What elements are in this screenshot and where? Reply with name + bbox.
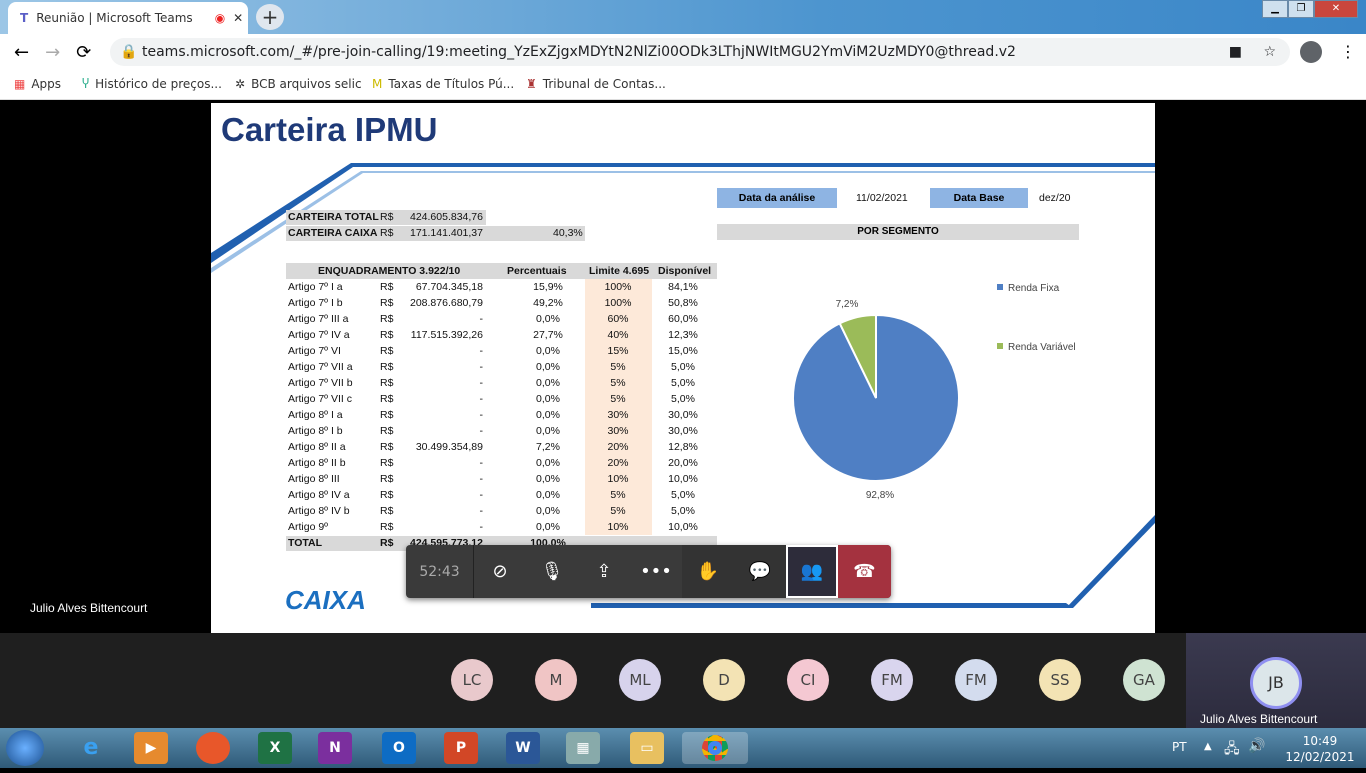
self-name: Julio Alves Bittencourt [1200, 712, 1318, 726]
calculator-icon[interactable]: ▦ [566, 732, 600, 764]
bookmark-label: BCB arquivos selic [251, 77, 362, 91]
clock[interactable]: 10:49 12/02/2021 [1280, 733, 1360, 765]
bookmark-item[interactable]: ✲ BCB arquivos selic [235, 77, 362, 91]
explorer-icon[interactable]: ▭ [630, 732, 664, 764]
chat-button[interactable]: 💬 [734, 545, 786, 598]
close-tab-icon[interactable]: ✕ [233, 11, 243, 25]
bookmark-label: Histórico de preços... [95, 77, 222, 91]
meeting-controls: 52:43 ⊘ 🎙 ⇪ ••• ✋ 💬 👥 ☎ [406, 545, 891, 598]
call-timer: 52:43 [406, 545, 474, 598]
self-tile: JB Julio Alves Bittencourt [1186, 633, 1366, 728]
participant-avatar[interactable]: GA [1123, 659, 1165, 701]
reload-icon[interactable]: ⟳ [76, 42, 91, 63]
excel-icon[interactable]: X [258, 732, 292, 764]
legend-swatch [997, 343, 1003, 349]
apps-grid-icon: ▦ [14, 77, 26, 91]
bookmark-apps[interactable]: ▦ Apps [14, 77, 61, 91]
bookmark-item[interactable]: ♜ Tribunal de Contas... [526, 77, 666, 91]
language-indicator[interactable]: PT [1172, 740, 1187, 754]
teams-icon: T [20, 11, 29, 25]
maximize-button[interactable]: ❐ [1288, 0, 1314, 18]
participant-avatar[interactable]: FM [955, 659, 997, 701]
profile-avatar[interactable] [1300, 41, 1322, 63]
mic-muted-button[interactable]: 🎙 [526, 545, 578, 598]
back-icon[interactable]: ← [14, 42, 29, 63]
minimize-button[interactable]: ▁ [1262, 0, 1288, 18]
recording-icon: ◉ [214, 11, 226, 25]
tab-title: Reunião | Microsoft Teams [36, 11, 193, 25]
share-screen-button[interactable]: ⇪ [578, 545, 630, 598]
chrome-icon [702, 735, 728, 761]
participant-avatar[interactable]: M [535, 659, 577, 701]
pie-data-label: 7,2% [836, 299, 859, 310]
legend-label: Renda Fixa [1008, 283, 1060, 294]
show-hidden-icons[interactable]: ▲ [1204, 741, 1212, 752]
caixa-logo: CAIXA [285, 585, 366, 615]
outlook-icon[interactable]: O [382, 732, 416, 764]
bookmark-item[interactable]: M Taxas de Títulos Pú... [372, 77, 514, 91]
firefox-icon[interactable] [196, 732, 230, 764]
url-text: teams.microsoft.com/_#/pre-join-calling/… [142, 44, 1016, 60]
camera-off-button[interactable]: ⊘ [474, 545, 526, 598]
participant-avatar[interactable]: D [703, 659, 745, 701]
onenote-icon[interactable]: N [318, 732, 352, 764]
participant-avatar[interactable]: LC [451, 659, 493, 701]
participant-avatar[interactable]: CI [787, 659, 829, 701]
bookmark-label: Tribunal de Contas... [542, 77, 666, 91]
browser-tab[interactable]: T Reunião | Microsoft Teams ◉ ✕ [8, 2, 248, 34]
bookmark-icon: ♜ [526, 77, 537, 91]
network-icon[interactable]: 🖧 [1224, 738, 1240, 762]
presenter-name: Julio Alves Bittencourt [30, 601, 148, 615]
bookmark-icon: M [372, 77, 383, 91]
forward-icon[interactable]: → [45, 42, 60, 63]
ie-icon[interactable]: e [74, 732, 108, 764]
clock-time: 10:49 [1302, 734, 1338, 748]
menu-icon[interactable]: ⋮ [1340, 42, 1356, 61]
volume-icon[interactable]: 🔊 [1248, 738, 1265, 754]
participants-button[interactable]: 👥 [786, 545, 838, 598]
participant-avatar[interactable]: FM [871, 659, 913, 701]
new-tab-button[interactable]: + [256, 4, 284, 30]
word-icon[interactable]: W [506, 732, 540, 764]
camera-icon[interactable]: ■ [1229, 38, 1242, 66]
legend-swatch [997, 284, 1003, 290]
participant-avatar[interactable]: ML [619, 659, 661, 701]
bookmark-icon: ✲ [235, 77, 246, 91]
star-icon[interactable]: ☆ [1263, 38, 1276, 66]
bookmark-item[interactable]: Ⴤ Histórico de preços... [82, 77, 222, 91]
media-player-icon[interactable]: ▶ [134, 732, 168, 764]
start-button[interactable] [6, 730, 44, 766]
bookmark-label: Taxas de Títulos Pú... [388, 77, 515, 91]
self-avatar: JB [1250, 657, 1302, 709]
chrome-taskbar-button[interactable] [682, 732, 748, 764]
legend-label: Renda Variável [1008, 342, 1076, 353]
bookmark-label: Apps [31, 77, 62, 91]
close-window-button[interactable]: ✕ [1314, 0, 1358, 18]
clock-date: 12/02/2021 [1285, 750, 1355, 764]
bookmarks-bar: ▦ Apps Ⴤ Histórico de preços... ✲ BCB arqui… [0, 70, 1366, 100]
url-input[interactable]: 🔒 teams.microsoft.com/_#/pre-join-calling… [110, 38, 1290, 66]
lock-icon: 🔒 [120, 44, 138, 60]
participant-avatar[interactable]: SS [1039, 659, 1081, 701]
hang-up-button[interactable]: ☎ [838, 545, 891, 598]
raise-hand-button[interactable]: ✋ [682, 545, 734, 598]
pie-data-label: 92,8% [866, 490, 894, 501]
powerpoint-icon[interactable]: P [444, 732, 478, 764]
bookmark-icon: Ⴤ [82, 77, 90, 91]
more-actions-button[interactable]: ••• [630, 545, 682, 598]
